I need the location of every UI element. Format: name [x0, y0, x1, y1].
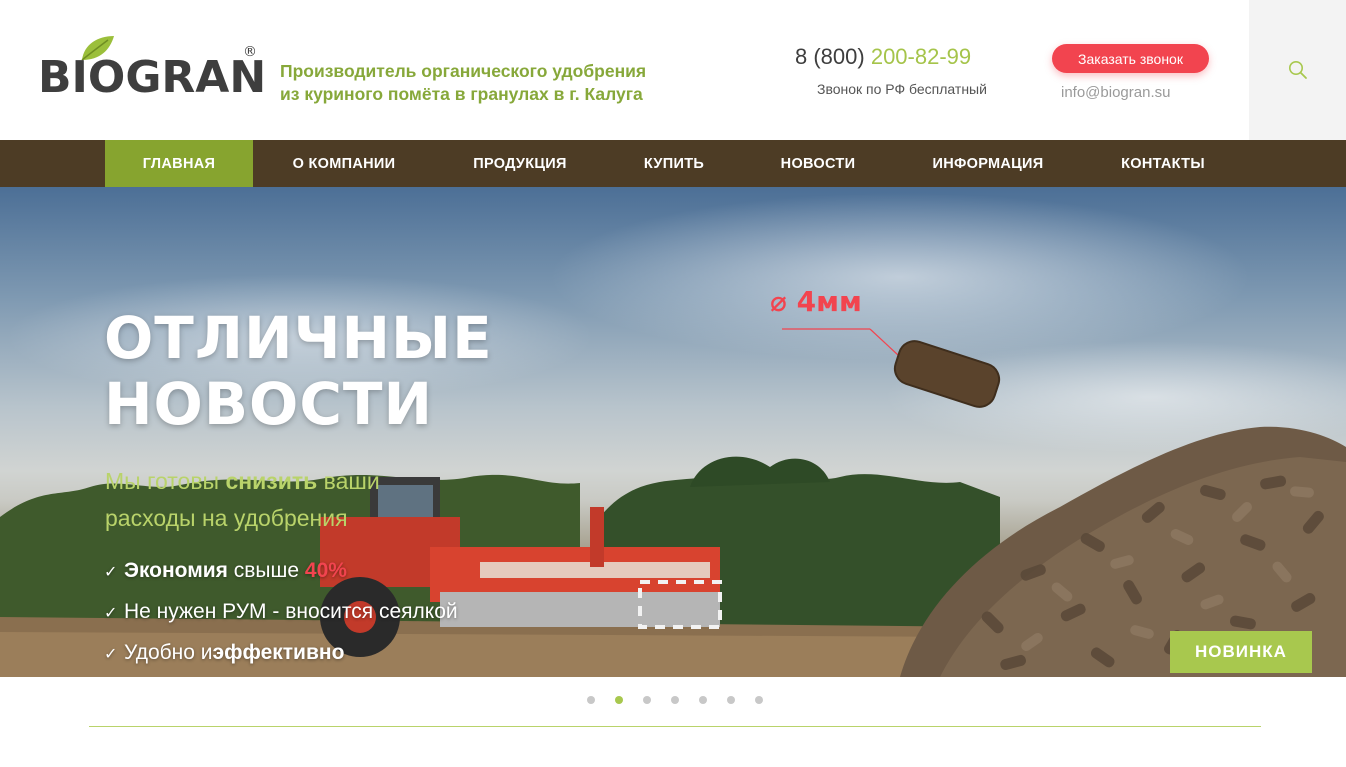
hero-sub-bold: снизить: [225, 468, 318, 494]
list-item-bold: Экономия: [124, 559, 228, 582]
nav-item-buy[interactable]: КУПИТЬ: [600, 140, 748, 187]
slider-dot[interactable]: [755, 696, 763, 704]
list-item: ✓ Удобно иэффективно: [104, 637, 458, 677]
site-header: BIOGRAN ® Производитель органического уд…: [0, 0, 1346, 140]
new-badge[interactable]: НОВИНКА: [1170, 631, 1312, 673]
list-item: ✓ Экономия свыше 40%: [104, 555, 458, 596]
hero-title-line: ОТЛИЧНЫЕ: [104, 304, 493, 372]
list-item-highlight: 40%: [304, 559, 347, 582]
phone-link[interactable]: 8 (800) 200-82-99: [795, 44, 971, 70]
hero-title: ОТЛИЧНЫЕ НОВОСТИ: [104, 305, 493, 437]
benefits-list: ✓ Экономия свыше 40% ✓ Не нужен РУМ - внос…: [104, 555, 458, 677]
pellet-closeup: [782, 328, 1001, 408]
phone-number: 200-82-99: [870, 44, 972, 69]
list-item-bold: эффективно: [212, 641, 345, 664]
logo-text: BIOGRAN: [38, 52, 267, 103]
email-link[interactable]: info@biogran.su: [1061, 84, 1170, 101]
slider-dot[interactable]: [643, 696, 651, 704]
registered-mark: ®: [243, 44, 257, 60]
phone-prefix: 8 (800): [795, 44, 871, 69]
hero-sub-text: Мы готовы: [105, 468, 226, 494]
check-icon: ✓: [104, 605, 118, 622]
tagline-line: из куриного помёта в гранулах в г. Калуг…: [280, 84, 643, 104]
logo[interactable]: BIOGRAN ®: [38, 32, 266, 102]
pellet-size-label: ⌀ 4мм: [770, 285, 862, 318]
nav-item-info[interactable]: ИНФОРМАЦИЯ: [914, 140, 1062, 187]
hero-subtitle: Мы готовы снизить ваши расходы на удобре…: [105, 463, 380, 537]
hero-sub-text: ваши: [317, 468, 380, 494]
check-icon: ✓: [104, 564, 118, 581]
slider-dot[interactable]: [587, 696, 595, 704]
callback-button[interactable]: Заказать звонок: [1052, 44, 1209, 73]
slider-dot[interactable]: [727, 696, 735, 704]
nav-item-about[interactable]: О КОМПАНИИ: [270, 140, 418, 187]
phone-note: Звонок по РФ бесплатный: [817, 81, 987, 97]
check-icon: ✓: [104, 646, 118, 663]
section-divider: [89, 726, 1261, 727]
tagline-line: Производитель органического удобрения: [280, 61, 647, 81]
main-nav: ГЛАВНАЯ О КОМПАНИИ ПРОДУКЦИЯ КУПИТЬ НОВО…: [0, 140, 1346, 187]
hero-slider[interactable]: ОТЛИЧНЫЕ НОВОСТИ Мы готовы снизить ваши …: [0, 187, 1346, 677]
list-item: ✓ Не нужен РУМ - вносится сеялкой: [104, 596, 458, 637]
list-item-text: Не нужен РУМ - вносится сеялкой: [124, 600, 458, 623]
slider-dots: [587, 696, 763, 704]
nav-item-news[interactable]: НОВОСТИ: [744, 140, 892, 187]
list-item-text: свыше: [227, 559, 305, 582]
hero-sub-line: расходы на удобрения: [105, 505, 348, 531]
slider-dot[interactable]: [699, 696, 707, 704]
tagline: Производитель органического удобрения из…: [280, 60, 720, 106]
search-button[interactable]: [1249, 0, 1346, 140]
search-icon: [1288, 61, 1307, 79]
list-item-text: Удобно и: [124, 641, 213, 664]
nav-item-products[interactable]: ПРОДУКЦИЯ: [446, 140, 594, 187]
nav-item-contacts[interactable]: КОНТАКТЫ: [1089, 140, 1237, 187]
slider-dot-active[interactable]: [615, 696, 623, 704]
slider-dot[interactable]: [671, 696, 679, 704]
nav-item-home[interactable]: ГЛАВНАЯ: [105, 140, 253, 187]
hero-title-line: НОВОСТИ: [104, 370, 434, 438]
